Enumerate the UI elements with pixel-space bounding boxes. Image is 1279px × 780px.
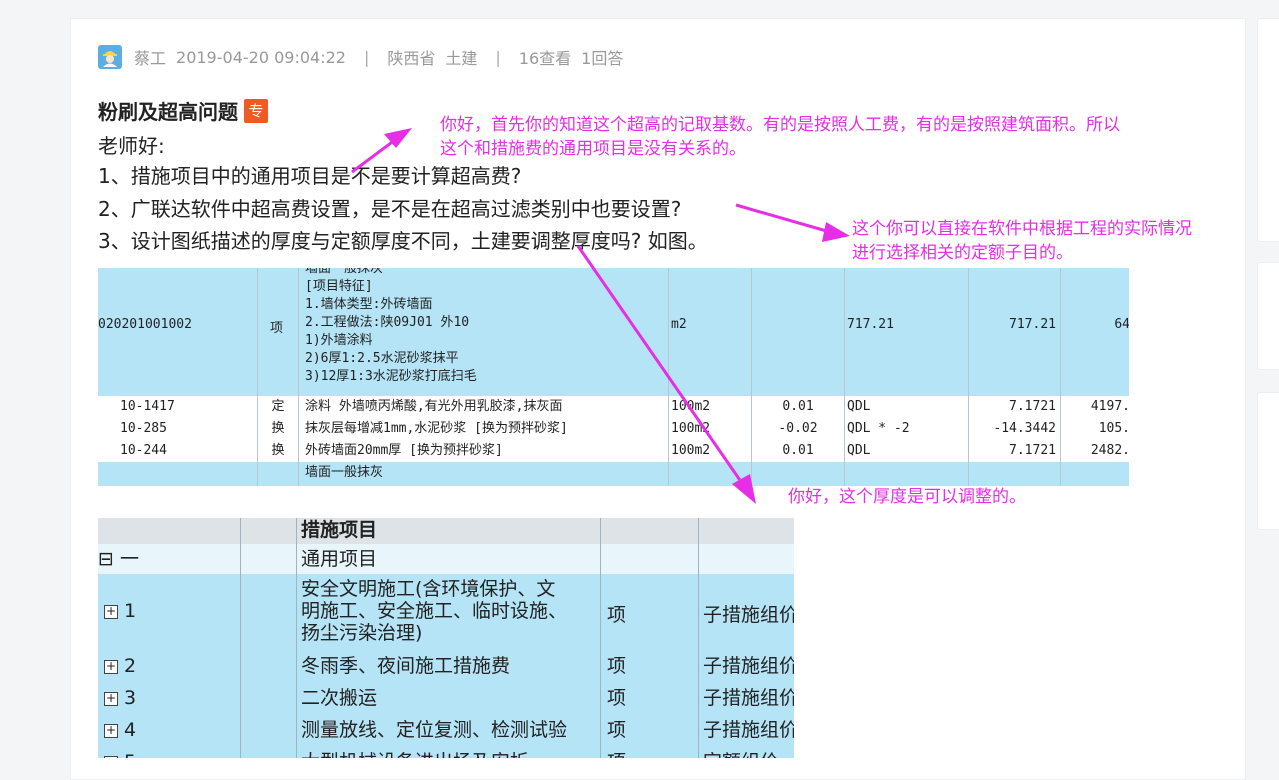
item-desc-line: 1)外墙涂料 (305, 333, 373, 348)
table-row: ⊟ 一 通用项目 (98, 544, 794, 575)
table-header-row: 措施项目 (98, 518, 794, 545)
item-unit: m2 (671, 317, 687, 332)
table-row: 墙面一般抹灰 (98, 462, 1129, 486)
meta-separator: | (363, 47, 370, 67)
item-desc-line: 墙面一般抹灰 (305, 268, 384, 276)
sidebar-panel (1257, 18, 1279, 242)
item-price: 64 (1114, 317, 1129, 332)
item-qty: 717.21 (1009, 317, 1056, 332)
table-row: +4 测量放线、定位复测、检测试验 项 子措施组价 (98, 714, 794, 747)
item-qty-expr: 717.21 (847, 317, 894, 332)
expand-icon[interactable]: + (104, 659, 118, 674)
item-code: 020201001002 (98, 317, 192, 332)
table-row: 10-1417 定 涂料 外墙喷丙烯酸,有光外用乳胶漆,抹灰面 100m2 0.… (98, 396, 1129, 419)
table-row: +1 安全文明施工(含环境保护、文 明施工、安全施工、临时设施、 扬尘污染治理)… (98, 574, 794, 651)
table-row: +2 冬雨季、夜间施工措施费 项 子措施组价 (98, 650, 794, 683)
expand-icon[interactable]: + (104, 691, 118, 706)
annotation-note-1: 你好，首先你的知道这个超高的记取基数。有的是按照人工费，有的是按照建筑面积。所以… (440, 115, 1120, 159)
table-row: 10-244 换 外砖墙面20mm厚 [换为预拌砂浆] 100m2 0.01 Q… (98, 440, 1129, 463)
measures-table-image: 措施项目 ⊟ 一 通用项目 +1 安全文明施工(含环境保护、文 明施工、安全施工… (98, 518, 794, 758)
expand-icon[interactable]: + (104, 723, 118, 738)
table-row: +3 二次搬运 项 子措施组价 (98, 682, 794, 715)
region-tag[interactable]: 陕西省 (387, 45, 435, 69)
question-title-text: 粉刷及超高问题 (98, 100, 238, 124)
meta-separator: | (495, 47, 501, 67)
item-desc-line: 1.墙体类型:外砖墙面 (305, 297, 433, 312)
answer-count: 1回答 (581, 49, 624, 68)
question-greeting: 老师好: (98, 134, 165, 158)
annotation-note-3: 你好，这个厚度是可以调整的。 (788, 487, 1026, 507)
table-row: +5 大型机械设备进出场及安拆 项 定额组价 (98, 746, 794, 758)
expert-badge: 专 (244, 98, 268, 123)
post-datetime: 2019-04-20 09:04:22 (176, 47, 346, 67)
item-desc-line: [项目特征] (305, 279, 373, 294)
item-desc-line: 2)6厚1:2.5水泥砂浆抹平 (305, 351, 459, 366)
question-meta: 蔡工 2019-04-20 09:04:22 | 陕西省 土建 | 16查看 1… (98, 44, 623, 70)
category-tag[interactable]: 土建 (445, 45, 477, 69)
question-line-1: 1、措施项目中的通用项目是不是要计算超高费? (98, 164, 522, 188)
view-count: 16查看 (518, 49, 572, 68)
author-name[interactable]: 蔡工 (134, 45, 166, 69)
question-title: 粉刷及超高问题 专 (98, 96, 268, 125)
question-line-3: 3、设计图纸描述的厚度与定额厚度不同，土建要调整厚度吗? 如图。 (98, 229, 708, 253)
expand-icon[interactable]: + (104, 755, 118, 758)
annotation-note-2: 这个你可以直接在软件中根据工程的实际情况 进行选择相关的定额子目的。 (852, 219, 1192, 263)
sidebar-panel (1257, 262, 1279, 370)
expand-icon[interactable]: + (104, 604, 118, 619)
item-desc-line: 3)12厚1:3水泥砂浆打底扫毛 (305, 369, 477, 384)
avatar[interactable] (98, 45, 122, 69)
item-desc-line: 2.工程做法:陕09J01 外10 (305, 315, 470, 330)
item-type: 项 (270, 321, 284, 336)
quota-table-image: 020201001002 项 墙面一般抹灰 [项目特征] 1.墙体类型:外砖墙面… (98, 268, 1129, 486)
worker-avatar-icon (103, 51, 117, 67)
table-row: 10-285 换 抹灰层每增减1mm,水泥砂浆 [换为预拌砂浆] 100m2 -… (98, 418, 1129, 441)
sidebar-panel (1257, 392, 1279, 530)
table-row: 020201001002 项 墙面一般抹灰 [项目特征] 1.墙体类型:外砖墙面… (98, 268, 1129, 396)
question-line-2: 2、广联达软件中超高费设置，是不是在超高过滤类别中也要设置? (98, 197, 682, 221)
